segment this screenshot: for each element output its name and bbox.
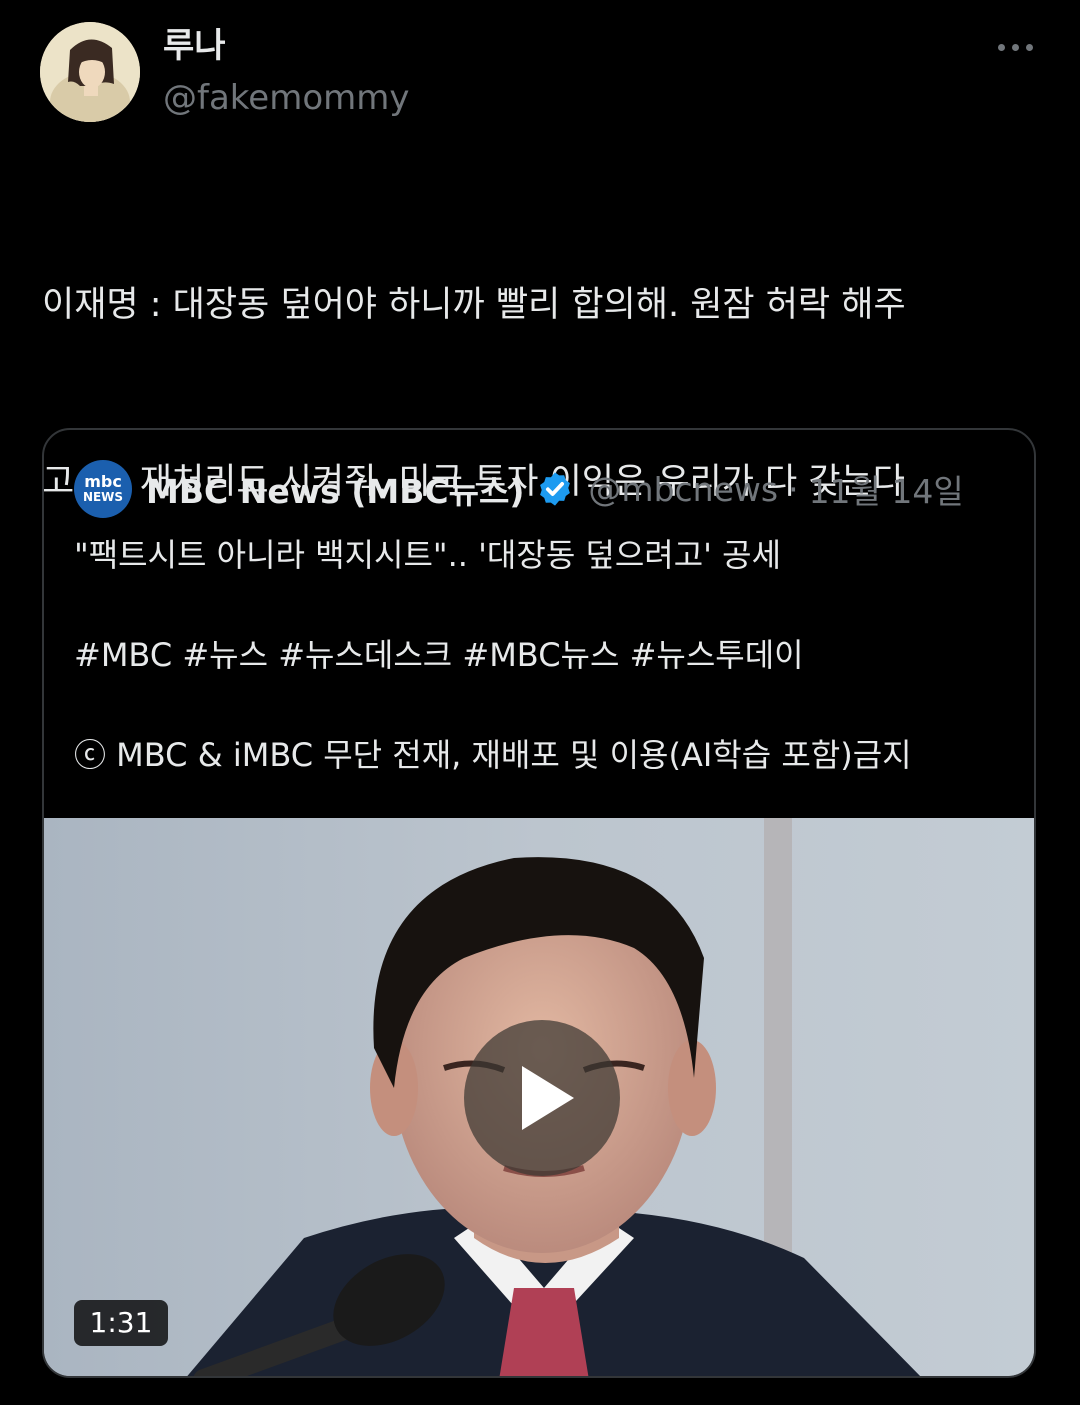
quoted-tweet-date[interactable]: 11월 14일 (809, 465, 964, 513)
quoted-copyright-line: ⓒ MBC & iMBC 무단 전재, 재배포 및 이용(AI학습 포함)금지 (74, 736, 912, 774)
avatar-image (40, 22, 140, 122)
play-icon (522, 1066, 574, 1130)
quoted-author-handle[interactable]: @mbcnews (588, 470, 778, 509)
quoted-author-name[interactable]: MBC News (MBC뉴스) (146, 465, 524, 513)
video-duration-badge: 1:31 (74, 1300, 168, 1346)
video-player[interactable]: 1:31 (44, 818, 1034, 1376)
separator-dot: · (788, 469, 799, 509)
quoted-hashtags[interactable]: #MBC #뉴스 #뉴스데스크 #MBC뉴스 #뉴스투데이 (74, 630, 1014, 680)
more-horizontal-icon[interactable] (996, 34, 1036, 60)
play-button[interactable] (464, 1020, 620, 1176)
mbc-logo-text: mbc (84, 472, 122, 491)
quoted-text-line: "팩트시트 아니라 백지시트".. '대장동 덮으려고' 공세 (74, 536, 782, 574)
verified-badge-icon (540, 472, 571, 506)
quoted-tweet-header: MBC News (MBC뉴스) @mbcnews · 11월 14일 (146, 466, 964, 512)
author-avatar[interactable] (40, 22, 140, 122)
tweet-text-line: 이재명 : 대장동 덮어야 하니까 빨리 합의해. 원잠 허락 해주 (42, 285, 906, 325)
news-logo-text: NEWS (82, 490, 124, 504)
author-handle[interactable]: @fakemommy (163, 76, 409, 120)
author-display-name[interactable]: 루나 (163, 24, 226, 68)
quoted-tweet-text: "팩트시트 아니라 백지시트".. '대장동 덮으려고' 공세 #MBC #뉴스… (74, 530, 1014, 780)
quoted-author-avatar[interactable]: mbc NEWS (74, 460, 132, 518)
quoted-tweet-card[interactable]: mbc NEWS MBC News (MBC뉴스) @mbcnews · 11월… (42, 428, 1036, 1378)
